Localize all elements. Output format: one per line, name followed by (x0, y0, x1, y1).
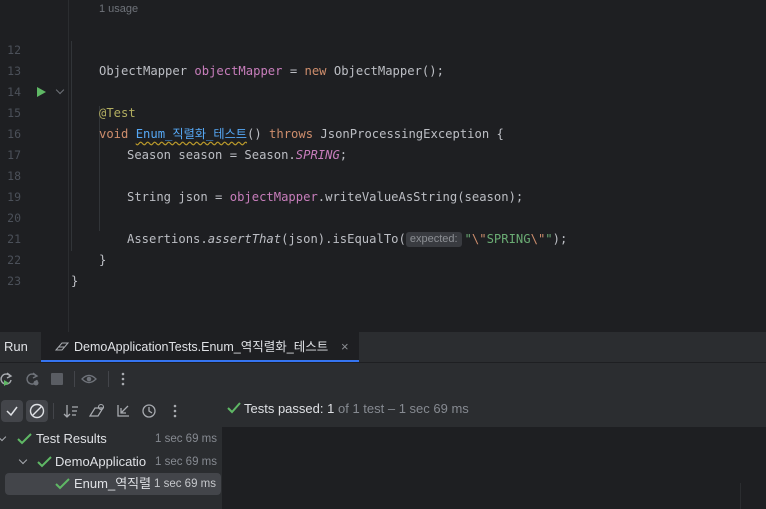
console-output[interactable] (223, 427, 766, 509)
sort-icon[interactable] (63, 403, 79, 419)
toolbar-separator (74, 371, 75, 387)
tree-row-test-class[interactable]: DemoApplicatio 1 sec 69 ms (0, 451, 222, 473)
passed-check-icon (55, 478, 70, 490)
test-status: Tests passed: 1 of 1 test – 1 sec 69 ms (227, 395, 469, 423)
rerun-icon[interactable] (0, 371, 14, 387)
chevron-down-icon[interactable] (0, 432, 7, 442)
run-tab-bar: Run DemoApplicationTests.Enum_역직렬화_테스트 × (0, 332, 766, 363)
code-line-18[interactable]: 18 String json = objectMapper.writeValue… (0, 145, 766, 204)
code-line-22[interactable]: 22 } (0, 229, 766, 288)
code-line-16[interactable]: 16 Season season = Season.SPRING; (0, 103, 766, 162)
run-toolbar (0, 363, 766, 395)
passed-check-icon (17, 433, 32, 445)
toolbar-separator (108, 371, 109, 387)
closing-brace: } (71, 274, 79, 288)
tree-row-test-results[interactable]: Test Results 1 sec 69 ms (0, 428, 222, 450)
code-line-23[interactable]: 23 (0, 250, 766, 288)
code-line-17[interactable]: 17 (0, 124, 766, 162)
line-number: 23 (7, 274, 21, 288)
rerun-failed-icon[interactable] (24, 371, 40, 387)
usage-hint[interactable]: 1 usage (99, 0, 138, 18)
code-line-21[interactable]: 21 } (0, 208, 766, 267)
history-icon[interactable] (141, 403, 157, 419)
tree-row-test-method[interactable]: Enum_역직렬 1 sec 69 ms (5, 473, 221, 495)
console-guide (740, 483, 741, 509)
test-results-tree[interactable]: Test Results 1 sec 69 ms DemoApplicatio … (0, 427, 222, 509)
run-test-gutter-icon[interactable] (37, 87, 46, 97)
tree-label: Enum_역직렬 (74, 476, 152, 491)
test-config-icon (55, 342, 69, 351)
status-duration: 1 sec 69 ms (398, 401, 469, 416)
total-count: of 1 test (337, 401, 385, 416)
passed-count: 1 (327, 401, 335, 416)
tree-duration: 1 sec 69 ms (154, 478, 216, 490)
run-panel-title: Run (4, 339, 28, 354)
more-icon[interactable] (167, 403, 183, 419)
tree-label: DemoApplicatio (55, 454, 147, 469)
passed-check-icon (227, 402, 241, 414)
more-icon[interactable] (115, 371, 131, 387)
code-line-20[interactable]: 20 Assertions.assertThat(json).isEqualTo… (0, 187, 766, 247)
import-icon[interactable] (115, 403, 131, 419)
show-ignored-toggle[interactable] (26, 400, 48, 422)
show-passed-toggle[interactable] (1, 400, 23, 422)
ignored-icon (29, 403, 45, 419)
code-line-19[interactable]: 19 (0, 166, 766, 204)
code-line-14[interactable]: 14 @Test (0, 61, 766, 120)
tree-duration: 1 sec 69 ms (155, 456, 217, 468)
code-editor[interactable]: 1 usage 12 ObjectMapper objectMapper = n… (0, 0, 766, 332)
check-icon (6, 406, 18, 417)
close-icon[interactable]: × (341, 332, 349, 362)
status-dash: – (387, 401, 396, 416)
toolbar-separator (53, 403, 54, 419)
tree-duration: 1 sec 69 ms (155, 433, 217, 445)
chevron-down-icon[interactable] (18, 455, 28, 465)
eye-icon[interactable] (81, 371, 97, 387)
test-config-icon[interactable] (89, 403, 105, 419)
status-label: Tests passed: (244, 401, 324, 416)
run-configuration-tab[interactable]: DemoApplicationTests.Enum_역직렬화_테스트 × (41, 332, 359, 362)
tab-label: DemoApplicationTests.Enum_역직렬화_테스트 (74, 340, 329, 354)
tree-label: Test Results (36, 431, 107, 446)
stop-icon[interactable] (49, 371, 65, 387)
code-line-13[interactable]: 13 (0, 40, 766, 78)
code-line-12[interactable]: 12 ObjectMapper objectMapper = new Objec… (0, 19, 766, 78)
passed-check-icon (37, 456, 52, 468)
active-tab-indicator (41, 360, 359, 362)
code-line-15[interactable]: 15 void Enum_직렬화_테스트() throws JsonProces… (0, 82, 766, 141)
